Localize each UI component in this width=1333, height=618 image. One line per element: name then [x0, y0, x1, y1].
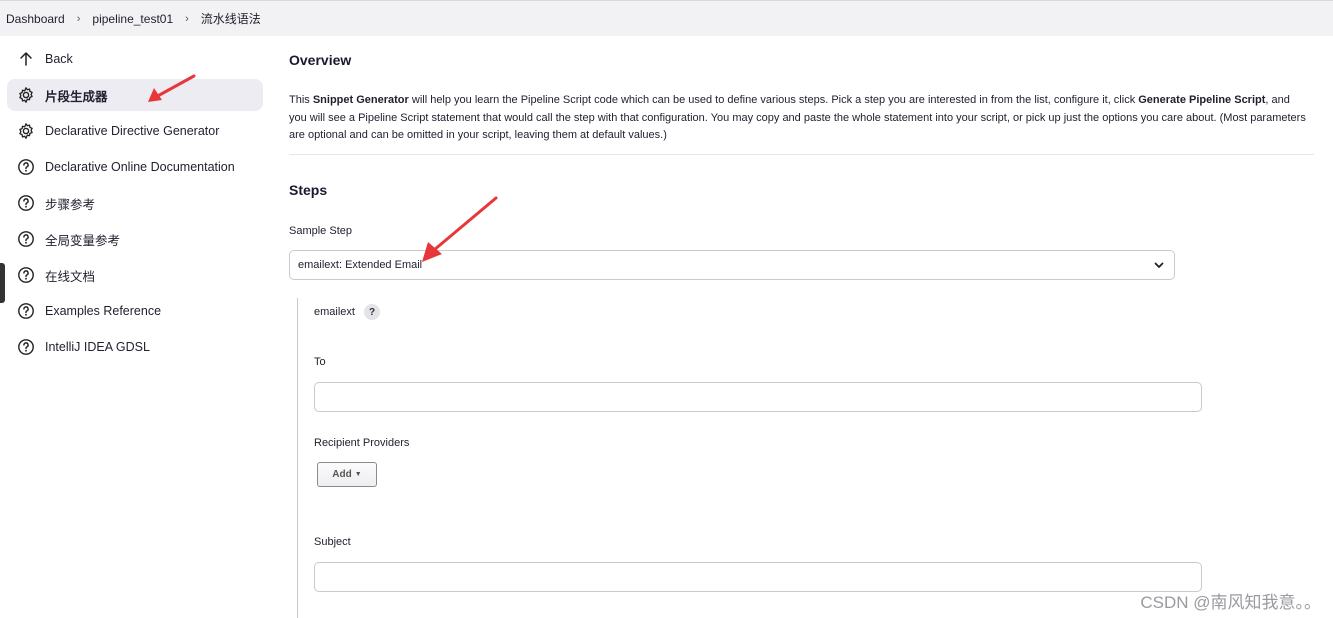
help-circle-icon	[17, 158, 35, 176]
sidebar-item-online-documentation[interactable]: 在线文档	[7, 259, 263, 291]
arrow-up-icon	[17, 50, 35, 68]
sample-step-label: Sample Step	[289, 225, 352, 237]
sidebar-item-steps-reference[interactable]: 步骤参考	[7, 187, 263, 219]
help-circle-icon	[17, 230, 35, 248]
breadcrumb-pipeline[interactable]: pipeline_test01	[92, 12, 173, 26]
sidebar-item-label: 步骤参考	[45, 197, 96, 212]
chevron-down-icon	[1154, 262, 1164, 268]
gear-icon	[17, 122, 35, 140]
breadcrumb-dashboard[interactable]: Dashboard	[6, 12, 65, 26]
sidebar-item-label: IntelliJ IDEA GDSL	[45, 340, 150, 354]
help-circle-icon	[17, 194, 35, 212]
breadcrumb: Dashboard › pipeline_test01 › 流水线语法	[0, 0, 1333, 36]
sidebar-item-label: 片段生成器	[45, 89, 108, 104]
caret-down-icon: ▼	[354, 471, 362, 478]
sidebar-item-label: Examples Reference	[45, 304, 162, 318]
sidebar-item-declarative-online-documentation[interactable]: Declarative Online Documentation	[7, 151, 263, 183]
steps-title: Steps	[289, 182, 328, 198]
sidebar-item-snippet-generator[interactable]: 片段生成器	[7, 79, 263, 111]
step-name: emailext	[314, 306, 355, 318]
recipient-providers-label: Recipient Providers	[314, 437, 410, 449]
watermark: CSDN @南风知我意。。	[1140, 593, 1321, 612]
sidebar-item-examples-reference[interactable]: Examples Reference	[7, 295, 263, 327]
sidebar-item-intellij-idea-gdsl[interactable]: IntelliJ IDEA GDSL	[7, 331, 263, 363]
overview-description: This Snippet Generator will help you lea…	[289, 94, 1306, 141]
annotation-arrow-icon	[422, 196, 498, 262]
to-input[interactable]	[314, 382, 1202, 412]
help-icon[interactable]: ?	[364, 304, 380, 320]
sidebar-item-declarative-directive-generator[interactable]: Declarative Directive Generator	[7, 115, 263, 147]
sidebar: Back 片段生成器 Declarative Directive Generat…	[0, 36, 270, 618]
sidebar-item-label: Declarative Online Documentation	[45, 160, 235, 174]
to-label: To	[314, 356, 326, 368]
sidebar-item-label: 全局变量参考	[45, 233, 121, 248]
sidebar-item-label: Declarative Directive Generator	[45, 124, 220, 138]
add-recipient-provider-button[interactable]: Add ▼	[317, 462, 377, 487]
gear-icon	[17, 86, 35, 104]
help-circle-icon	[17, 302, 35, 320]
annotation-arrow-icon	[148, 74, 196, 102]
help-circle-icon	[17, 266, 35, 284]
sidebar-item-label: Back	[45, 52, 73, 66]
sidebar-item-global-variables-reference[interactable]: 全局变量参考	[7, 223, 263, 255]
section-divider	[289, 154, 1314, 155]
chevron-right-icon: ›	[76, 12, 81, 25]
chevron-right-icon: ›	[185, 12, 189, 25]
overview-title: Overview	[289, 52, 352, 68]
sidebar-item-back[interactable]: Back	[7, 43, 263, 75]
subject-label: Subject	[314, 536, 351, 548]
sidebar-item-label: 在线文档	[45, 269, 96, 284]
help-circle-icon	[17, 338, 35, 356]
subject-input[interactable]	[314, 562, 1202, 592]
breadcrumb-pipeline-syntax[interactable]: 流水线语法	[201, 10, 261, 27]
step-config-border	[297, 298, 298, 618]
scroll-tab-handle[interactable]	[0, 263, 5, 303]
sample-step-value: emailext: Extended Email	[298, 259, 423, 271]
